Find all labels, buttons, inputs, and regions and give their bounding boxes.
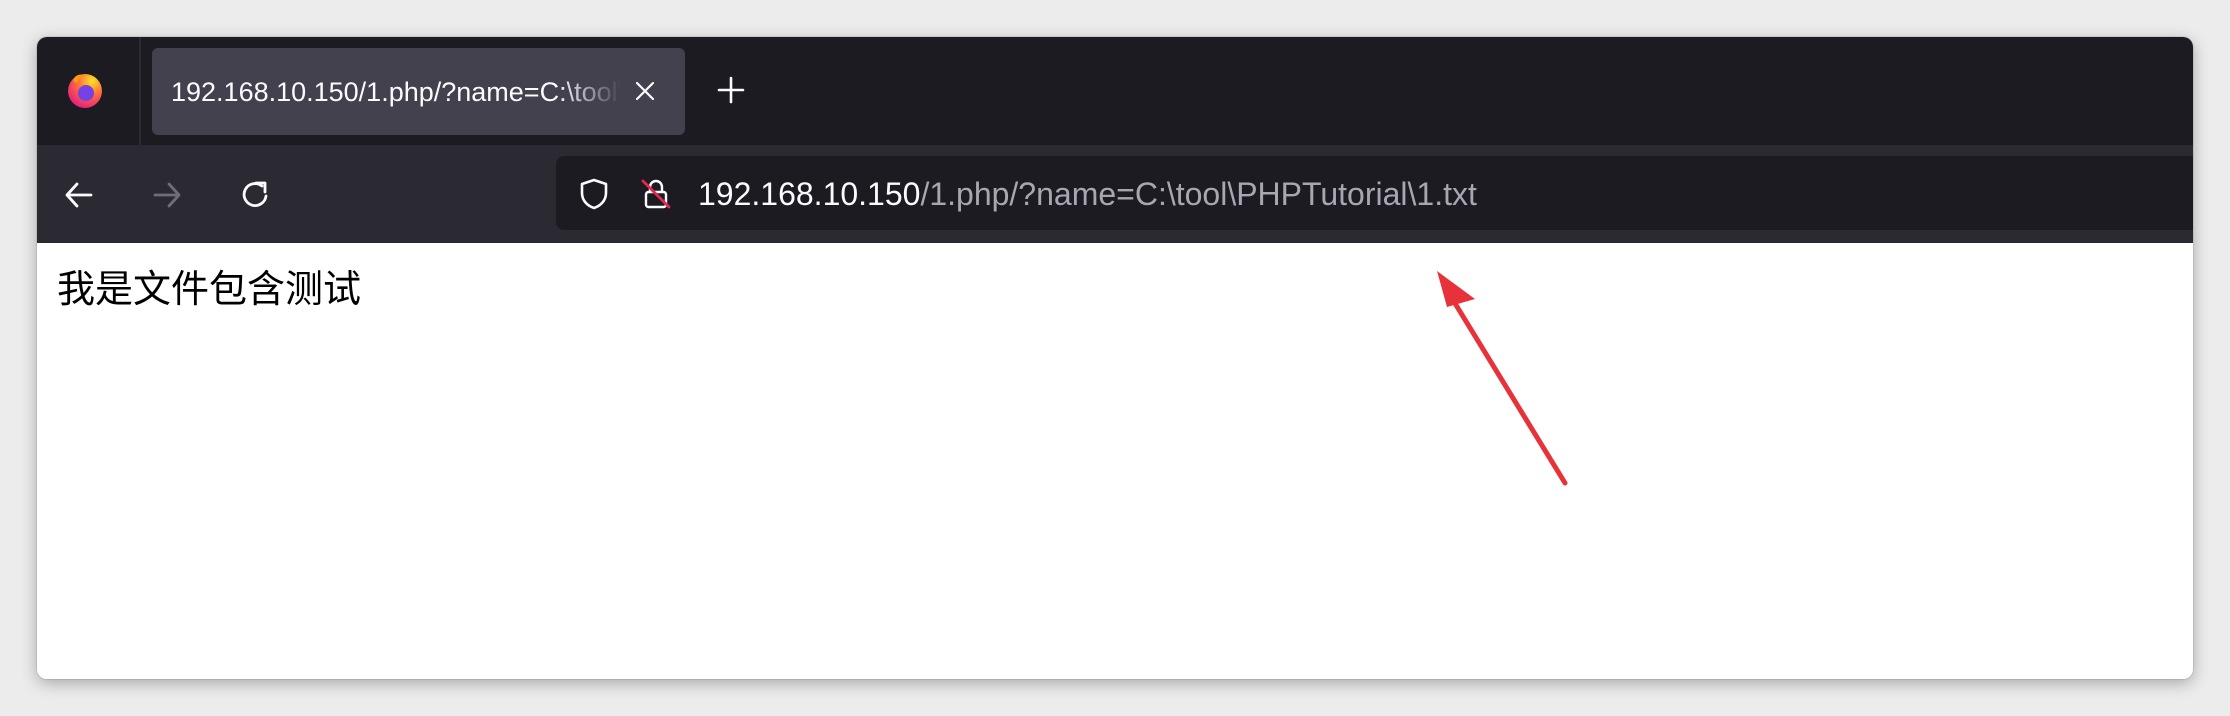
plus-icon[interactable]: [715, 74, 747, 106]
insecure-lock-icon[interactable]: [638, 176, 674, 212]
url-host: 192.168.10.150: [698, 176, 921, 212]
navigation-toolbar: 192.168.10.150/1.php/?name=C:\tool\PHPTu…: [37, 145, 2193, 243]
tab-divider: [139, 37, 141, 145]
address-bar[interactable]: 192.168.10.150/1.php/?name=C:\tool\PHPTu…: [556, 156, 2193, 230]
tab-bar: 192.168.10.150/1.php/?name=C:\tool\PHPTu…: [37, 37, 2193, 145]
reload-icon[interactable]: [235, 175, 275, 215]
tab-active[interactable]: 192.168.10.150/1.php/?name=C:\tool\PHPTu…: [152, 48, 685, 135]
url-path: /1.php/?name=C:\tool\PHPTutorial\1.txt: [920, 176, 1477, 212]
tab-title: 192.168.10.150/1.php/?name=C:\tool\PHPTu…: [171, 77, 621, 107]
browser-window: 192.168.10.150/1.php/?name=C:\tool\PHPTu…: [37, 37, 2193, 679]
page-body-text: 我是文件包含测试: [57, 267, 362, 311]
forward-arrow-icon[interactable]: [147, 175, 187, 215]
back-arrow-icon[interactable]: [59, 175, 99, 215]
url-text[interactable]: 192.168.10.150/1.php/?name=C:\tool\PHPTu…: [698, 174, 1477, 214]
page-content: 我是文件包含测试: [37, 243, 2193, 679]
shield-icon[interactable]: [576, 176, 612, 212]
firefox-logo-icon[interactable]: [65, 70, 105, 110]
close-icon[interactable]: [630, 76, 660, 106]
